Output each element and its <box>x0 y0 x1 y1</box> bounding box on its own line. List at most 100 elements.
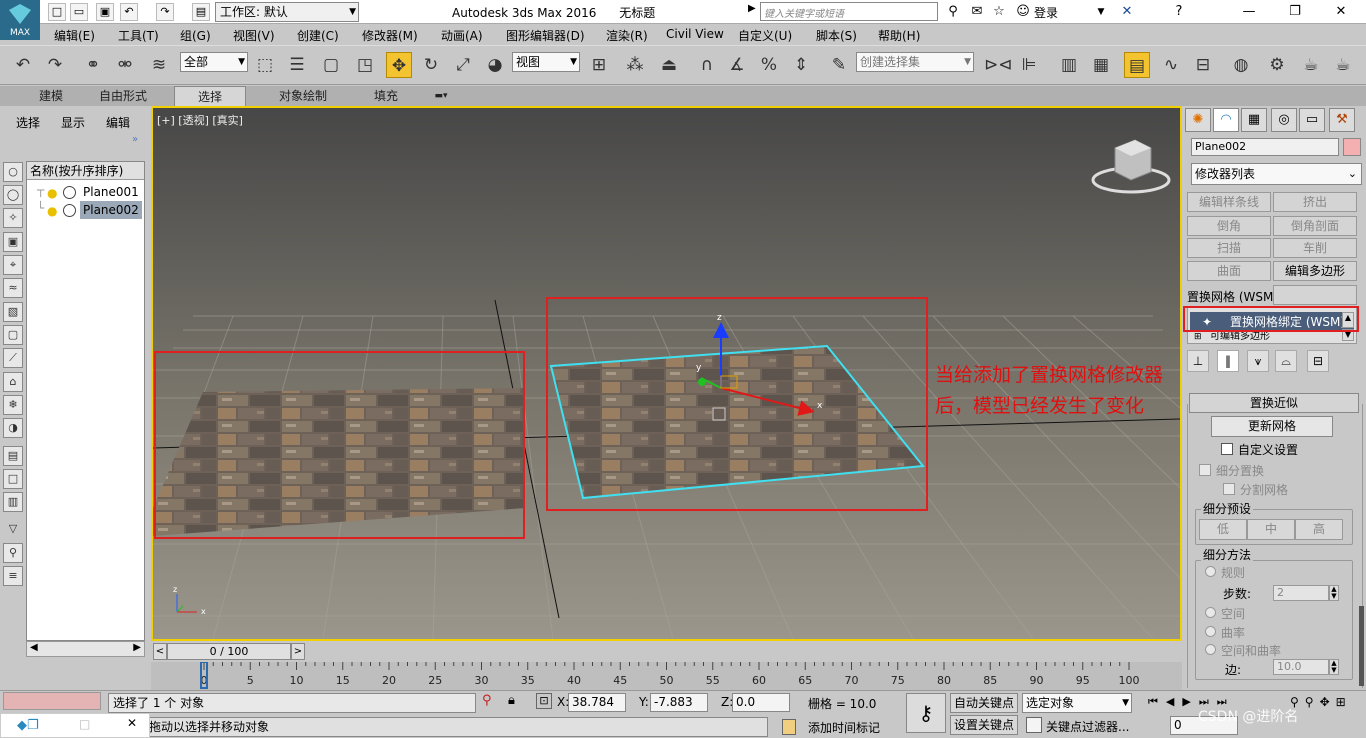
scene-tab-edit[interactable]: 编辑 <box>106 114 130 131</box>
new-file-icon[interactable]: □ <box>48 3 66 21</box>
plane002-mesh[interactable] <box>549 344 925 500</box>
ribbon-tab-modeling[interactable]: 建模 <box>20 86 82 106</box>
menu-modifiers[interactable]: 修改器(M) <box>362 27 418 44</box>
chevron-down-icon[interactable]: ▼ <box>1092 3 1110 21</box>
ribbon-options-icon[interactable]: ▬▾ <box>428 86 454 106</box>
display-hidden-icon[interactable]: ◑ <box>3 418 23 438</box>
scroll-right-icon[interactable]: ▶ <box>133 642 141 653</box>
motion-tab-icon[interactable]: ◎ <box>1271 108 1297 132</box>
link-icon[interactable]: ⚭ <box>80 52 106 78</box>
edge-spinner-icon[interactable]: ▲ ▼ <box>1329 659 1339 675</box>
selection-filter-dropdown[interactable]: 全部 ▼ <box>180 52 248 72</box>
mirror-icon[interactable]: ⊳⊲ <box>984 52 1013 78</box>
visibility-toggle-icon[interactable] <box>63 204 76 217</box>
find-icon[interactable]: ⚲ <box>3 543 23 563</box>
schematic-view-icon[interactable]: ⊟ <box>1190 52 1216 78</box>
time-slider-thumb[interactable]: 0 / 100 <box>167 643 291 660</box>
menu-edit[interactable]: 编辑(E) <box>54 27 95 44</box>
modifier-button[interactable]: 倒角 <box>1187 216 1271 236</box>
restore-button[interactable]: ❐ <box>1272 0 1318 24</box>
search-expand-icon[interactable]: ▶ <box>748 3 758 21</box>
communication-center-icon[interactable]: ✉ <box>968 3 986 21</box>
toggle-ribbon-icon[interactable]: ▦ <box>1088 52 1114 78</box>
workspace-dropdown[interactable]: 工作区: 默认 ▼ <box>215 2 359 22</box>
favorites-star-icon[interactable]: ☆ <box>990 3 1008 21</box>
redo-icon[interactable]: ↷ <box>42 52 68 78</box>
render-production-icon[interactable]: ☕ <box>1330 52 1356 78</box>
percent-snap-icon[interactable]: % <box>756 52 782 78</box>
project-folder-icon[interactable]: ▤ <box>192 3 210 21</box>
set-key-button[interactable]: 设置关键点 <box>950 715 1018 735</box>
perspective-viewport[interactable]: z x y z x [+] [透视] [真实] 当给添加了置换网格修改器 后，模… <box>151 106 1182 641</box>
search-input[interactable]: 键入关键字或短语 <box>760 2 938 21</box>
isolate-selection-icon[interactable]: ⚲ <box>482 693 492 708</box>
menu-group[interactable]: 组(G) <box>180 27 211 44</box>
menu-customize[interactable]: 自定义(U) <box>738 27 792 44</box>
modifier-button[interactable]: 曲面 <box>1187 261 1271 281</box>
configure-modifier-sets-icon[interactable]: ⊟ <box>1307 350 1329 372</box>
scene-explorer-icon[interactable]: ▤ <box>1124 52 1150 78</box>
display-xrefs-icon[interactable]: ▢ <box>3 325 23 345</box>
modifier-button[interactable] <box>1273 285 1357 305</box>
exchange-apps-icon[interactable]: ✕ <box>1118 3 1136 21</box>
undo-icon[interactable]: ↶ <box>10 52 36 78</box>
menu-tools[interactable]: 工具(T) <box>118 27 159 44</box>
subdiv-displacement-checkbox[interactable] <box>1199 464 1211 476</box>
light-bulb-icon[interactable]: ● <box>47 184 57 200</box>
steps-spinner-icon[interactable]: ▲ ▼ <box>1329 585 1339 601</box>
sort-icon[interactable]: ≡ <box>3 566 23 586</box>
pin-stack-icon[interactable]: ⊥ <box>1187 350 1209 372</box>
spatial-curvature-radio[interactable] <box>1205 644 1216 655</box>
reference-coordinate-dropdown[interactable]: 视图 ▼ <box>512 52 580 72</box>
split-mesh-checkbox[interactable] <box>1223 483 1235 495</box>
light-bulb-icon[interactable]: ● <box>47 202 57 218</box>
display-containers-icon[interactable]: ⌂ <box>3 372 23 392</box>
set-key-icon[interactable]: ⚷ <box>906 693 946 733</box>
ribbon-tab-selection[interactable]: 选择 <box>174 86 246 106</box>
create-tab-icon[interactable]: ✺ <box>1185 108 1211 132</box>
preset-low-button[interactable]: 低 <box>1199 519 1247 540</box>
angle-snap-icon[interactable]: ∡ <box>724 52 750 78</box>
scene-tab-display[interactable]: 显示 <box>61 114 85 131</box>
display-cameras-icon[interactable]: ▣ <box>3 232 23 252</box>
utilities-tab-icon[interactable]: ⚒ <box>1329 108 1355 132</box>
modifier-button[interactable]: 挤出 <box>1273 192 1357 212</box>
previous-frame-icon[interactable]: < <box>153 643 167 660</box>
command-panel-scrollbar[interactable] <box>1359 606 1364 686</box>
user-icon[interactable]: ☺ <box>1014 3 1032 21</box>
key-mode-dropdown[interactable]: 选定对象 ▼ <box>1022 693 1132 713</box>
modifier-button[interactable]: 编辑样条线 <box>1187 192 1271 212</box>
update-mesh-button[interactable]: 更新网格 <box>1211 416 1333 437</box>
unlink-icon[interactable]: ⚮ <box>112 52 138 78</box>
key-filters-button[interactable]: 关键点过滤器... <box>1046 718 1129 735</box>
steps-field[interactable]: 2 <box>1273 585 1329 601</box>
expand-chevron-icon[interactable]: » <box>132 134 138 145</box>
select-and-rotate-icon[interactable]: ↻ <box>418 52 444 78</box>
menu-help[interactable]: 帮助(H) <box>878 27 920 44</box>
list-item[interactable]: └ ● Plane002 <box>27 201 144 219</box>
display-shapes-icon[interactable]: ◯ <box>3 185 23 205</box>
display-groups-icon[interactable]: ▧ <box>3 302 23 322</box>
select-and-move-icon[interactable]: ✥ <box>386 52 412 78</box>
select-by-name-icon[interactable]: ☰ <box>284 52 310 78</box>
curve-editor-icon[interactable]: ∿ <box>1158 52 1184 78</box>
display-tab-icon[interactable]: ▭ <box>1299 108 1325 132</box>
render-setup-icon[interactable]: ⚙ <box>1264 52 1290 78</box>
expand-plus-icon[interactable]: ⊞ <box>1194 332 1202 342</box>
modifier-list-dropdown[interactable]: 修改器列表 ⌄ <box>1191 163 1362 185</box>
show-end-result-icon[interactable]: ‖ <box>1217 350 1239 372</box>
edge-field[interactable]: 10.0 <box>1273 659 1329 675</box>
menu-graph-editors[interactable]: 图形编辑器(D) <box>506 27 585 44</box>
spinner-snap-icon[interactable]: ⇕ <box>788 52 814 78</box>
close-button[interactable]: ✕ <box>1318 0 1364 24</box>
display-lights-icon[interactable]: ✧ <box>3 208 23 228</box>
menu-rendering[interactable]: 渲染(R) <box>606 27 648 44</box>
preview-restore-icon[interactable]: □ <box>79 717 90 731</box>
make-unique-icon[interactable]: ⩛ <box>1247 350 1269 372</box>
rendered-frame-window-icon[interactable]: ☕ <box>1298 52 1324 78</box>
menu-animation[interactable]: 动画(A) <box>441 27 483 44</box>
pivot-center-icon[interactable]: ⊞ <box>586 52 612 78</box>
y-coordinate-field[interactable]: -7.883 <box>650 693 708 712</box>
select-manipulate-icon[interactable]: ⁂ <box>622 52 648 78</box>
preset-high-button[interactable]: 高 <box>1295 519 1343 540</box>
